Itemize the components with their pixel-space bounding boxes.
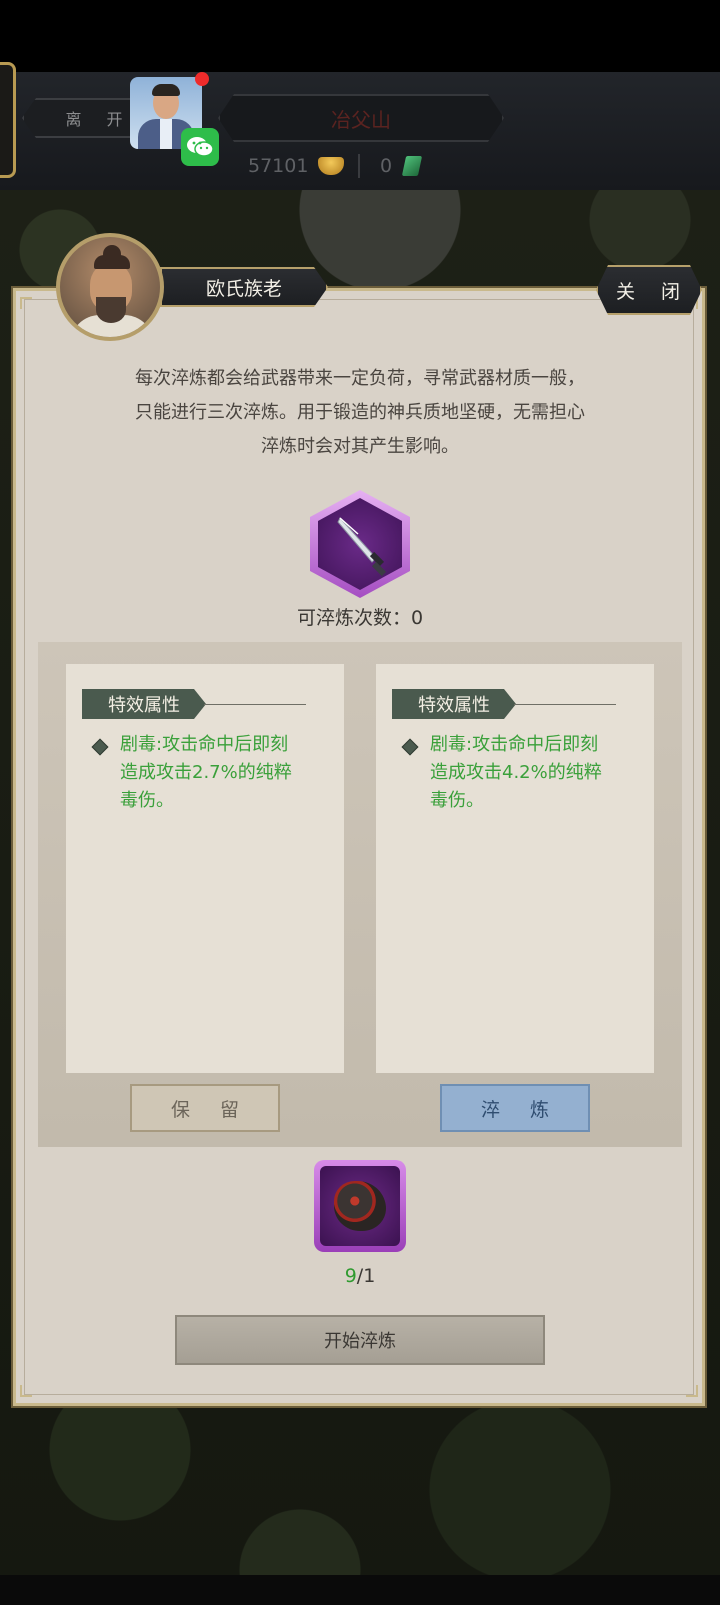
effect-tag: 特效属性 (82, 689, 206, 719)
dialog-description: 每次淬炼都会给武器带来一定负荷，寻常武器材质一般， 只能进行三次淬炼。用于锻造的… (60, 362, 660, 464)
effect-line: 剧毒:攻击命中后即刻 (120, 734, 289, 755)
effect-line: 毒伤。 (430, 790, 484, 811)
gold-currency: 57101 (248, 150, 345, 182)
description-line: 只能进行三次淬炼。用于锻造的神兵质地坚硬，无需担心 (135, 402, 585, 423)
start-refine-button[interactable]: 开始淬炼 (175, 1315, 545, 1365)
new-attributes-card: 特效属性 剧毒:攻击命中后即刻 造成攻击4.2%的纯粹 毒伤。 (376, 664, 654, 1073)
effect-line: 造成攻击2.7%的纯粹 (120, 762, 292, 783)
dialog-corner (686, 1385, 698, 1397)
wechat-icon[interactable] (181, 128, 219, 166)
refine-count-value: 0 (410, 607, 424, 629)
ore-icon (334, 1181, 386, 1231)
description-line: 每次淬炼都会给武器带来一定负荷，寻常武器材质一般， (135, 368, 585, 389)
gold-amount: 57101 (248, 155, 309, 177)
effect-line: 剧毒:攻击命中后即刻 (430, 734, 599, 755)
material-have: 9 (344, 1265, 357, 1287)
side-panel-handle[interactable] (0, 62, 16, 178)
gold-ingot-icon (318, 157, 345, 175)
dialog-corner (20, 1385, 32, 1397)
jade-currency: 0 (380, 150, 423, 182)
material-count: 9/1 (0, 1265, 720, 1287)
jade-icon (401, 156, 423, 176)
material-need: /1 (356, 1265, 376, 1287)
jade-amount: 0 (380, 155, 393, 177)
npc-portrait (56, 233, 164, 341)
refine-count: 可淬炼次数：0 (0, 603, 720, 630)
keep-button[interactable]: 保 留 (130, 1084, 280, 1132)
diamond-bullet-icon (401, 738, 419, 756)
currency-divider (358, 154, 360, 178)
effect-item: 剧毒:攻击命中后即刻 造成攻击2.7%的纯粹 毒伤。 (90, 731, 320, 815)
diamond-bullet-icon (91, 738, 109, 756)
refine-button[interactable]: 淬 炼 (440, 1084, 590, 1132)
effect-line: 毒伤。 (120, 790, 174, 811)
close-button[interactable]: 关 闭 (596, 265, 702, 315)
notification-dot (195, 72, 209, 86)
npc-name: 欧氏族老 (160, 267, 328, 307)
refine-count-label: 可淬炼次数： (296, 607, 411, 629)
dialog-corner (20, 297, 32, 309)
effect-item: 剧毒:攻击命中后即刻 造成攻击4.2%的纯粹 毒伤。 (400, 731, 630, 815)
effect-tag: 特效属性 (392, 689, 516, 719)
effect-line: 造成攻击4.2%的纯粹 (430, 762, 602, 783)
description-line: 淬炼时会对其产生影响。 (261, 436, 459, 457)
location-title: 冶父山 (218, 94, 504, 142)
current-attributes-card: 特效属性 剧毒:攻击命中后即刻 造成攻击2.7%的纯粹 毒伤。 (66, 664, 344, 1073)
material-slot[interactable] (314, 1160, 406, 1252)
status-bar (0, 0, 720, 72)
